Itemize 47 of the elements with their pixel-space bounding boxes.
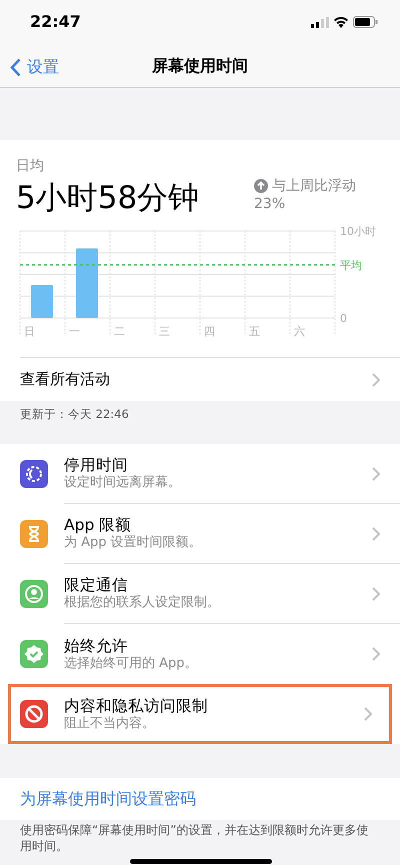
up-arrow-icon xyxy=(254,179,268,194)
footer-note: 使用密码保障“屏幕使用时间”的设置，并在达到限额时允许更多使用时间。 xyxy=(19,822,370,854)
y-tick-label: 0 xyxy=(340,312,347,326)
row-title: 内容和隐私访问限制 xyxy=(64,696,208,716)
row-title: 始终允许 xyxy=(64,636,129,656)
bar xyxy=(76,248,98,318)
row-subtitle: 根据您的联系人设定限制。 xyxy=(64,595,220,612)
row-subtitle: 选择始终可用的 App。 xyxy=(64,656,198,673)
row-label: 查看所有活动 xyxy=(20,369,110,390)
back-chevron-icon xyxy=(10,58,21,76)
see-all-activity-row[interactable]: 查看所有活动 xyxy=(20,357,400,402)
chevron-icon xyxy=(372,586,380,601)
signal-icon xyxy=(311,16,329,28)
x-tick-label: 一 xyxy=(69,325,80,338)
trend-percent: 23% xyxy=(254,195,286,214)
x-tick-label: 六 xyxy=(294,325,305,338)
row-subtitle: 阻止不当内容。 xyxy=(64,716,156,733)
home-indicator[interactable] xyxy=(130,859,272,864)
trend-text: 与上周比浮动 xyxy=(272,177,356,196)
x-tick-label: 三 xyxy=(159,325,170,338)
row-subtitle: 为 App 设置时间限额。 xyxy=(64,535,202,552)
row-title: App 限额 xyxy=(64,515,132,535)
average-label: 平均 xyxy=(340,259,362,272)
row-subtitle: 设定时间远离屏幕。 xyxy=(64,475,181,492)
updated-time: 更新于：今天 22:46 xyxy=(19,406,130,424)
settings-row[interactable]: 内容和隐私访问限制 阻止不当内容。 xyxy=(8,684,392,744)
x-tick-label: 二 xyxy=(114,325,125,338)
battery-icon xyxy=(353,16,378,28)
x-tick-label: 日 xyxy=(24,325,35,338)
set-passcode-link[interactable]: 为屏幕使用时间设置密码 xyxy=(0,778,400,820)
status-time: 22:47 xyxy=(30,11,81,33)
daily-average-value: 5小时58分钟 xyxy=(16,181,200,216)
nav-title: 屏幕使用时间 xyxy=(152,54,248,76)
row-title: 限定通信 xyxy=(64,575,129,595)
chevron-icon xyxy=(364,707,372,722)
y-tick-label: 10小时 xyxy=(340,225,376,238)
x-tick-label: 四 xyxy=(204,325,215,338)
back-button[interactable]: 设置 xyxy=(10,55,59,79)
x-tick-label: 五 xyxy=(249,325,260,338)
chevron-icon xyxy=(372,466,380,481)
chevron-icon xyxy=(372,647,380,662)
wifi-icon xyxy=(333,16,349,28)
chevron-icon xyxy=(372,372,380,387)
chevron-icon xyxy=(372,526,380,541)
row-title: 停用时间 xyxy=(64,455,129,475)
summary-label: 日均 xyxy=(16,157,45,176)
bar xyxy=(31,285,53,318)
